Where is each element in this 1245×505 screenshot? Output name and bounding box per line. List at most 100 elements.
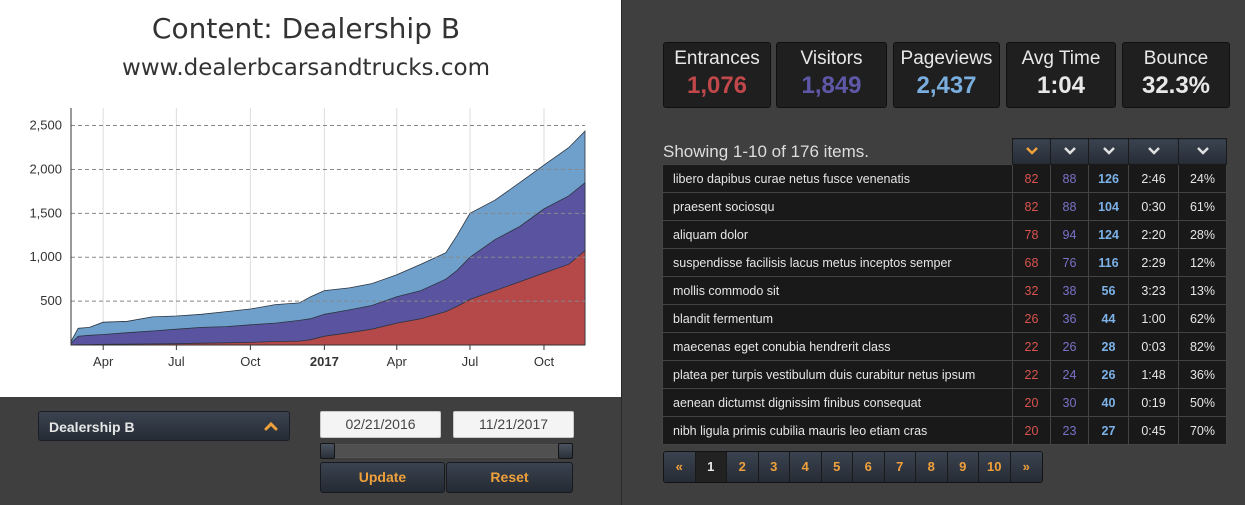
table-row[interactable]: platea per turpis vestibulum duis curabi… (662, 360, 1227, 389)
row-pageviews: 44 (1088, 304, 1129, 333)
row-title[interactable]: aenean dictumst dignissim finibus conseq… (662, 388, 1013, 417)
table-row[interactable]: mollis commodo sit 32 38 56 3:23 13% (662, 276, 1227, 305)
row-avg-time: 0:03 (1128, 332, 1179, 361)
sort-visitors-button[interactable] (1050, 138, 1089, 165)
stat-card-bounce: Bounce 32.3% (1122, 42, 1230, 108)
row-pageviews: 124 (1088, 220, 1129, 249)
row-entrances: 22 (1012, 360, 1051, 389)
row-title[interactable]: suspendisse facilisis lacus metus incept… (662, 248, 1013, 277)
page-button-2[interactable]: 2 (727, 452, 759, 482)
slider-handle-end[interactable] (558, 443, 573, 459)
start-date-input[interactable]: 02/21/2016 (320, 411, 441, 438)
table-row[interactable]: blandit fermentum 26 36 44 1:00 62% (662, 304, 1227, 333)
table-row[interactable]: praesent sociosqu 82 88 104 0:30 61% (662, 192, 1227, 221)
row-visitors: 23 (1050, 416, 1089, 445)
row-avg-time: 0:19 (1128, 388, 1179, 417)
page-button-8[interactable]: 8 (916, 452, 948, 482)
page-button-3[interactable]: 3 (758, 452, 790, 482)
pagination: « 1 2 3 4 5 6 7 8 9 10 » (663, 451, 1043, 483)
chevron-down-icon (1147, 146, 1160, 155)
stat-card-avg-time: Avg Time 1:04 (1006, 42, 1116, 108)
page-button-9[interactable]: 9 (947, 452, 979, 482)
row-entrances: 20 (1012, 416, 1051, 445)
row-pageviews: 28 (1088, 332, 1129, 361)
reset-button[interactable]: Reset (446, 462, 573, 493)
row-avg-time: 2:29 (1128, 248, 1179, 277)
row-pageviews: 27 (1088, 416, 1129, 445)
x-tick-label: Jul (168, 354, 185, 369)
table-row[interactable]: libero dapibus curae netus fusce venenat… (662, 164, 1227, 193)
row-title[interactable]: platea per turpis vestibulum duis curabi… (662, 360, 1013, 389)
sort-entrances-button[interactable] (1012, 138, 1051, 165)
chevron-down-icon (1063, 146, 1076, 155)
row-title[interactable]: libero dapibus curae netus fusce venenat… (662, 164, 1013, 193)
page-button-6[interactable]: 6 (853, 452, 885, 482)
stat-value: 2,437 (916, 72, 977, 99)
chevron-down-icon (1102, 146, 1115, 155)
table-row[interactable]: suspendisse facilisis lacus metus incept… (662, 248, 1227, 277)
row-pageviews: 104 (1088, 192, 1129, 221)
row-pageviews: 116 (1088, 248, 1129, 277)
row-avg-time: 0:30 (1128, 192, 1179, 221)
stat-label: Visitors (800, 48, 863, 69)
slider-handle-start[interactable] (320, 443, 335, 459)
panel-divider (621, 0, 622, 505)
table-row[interactable]: nibh ligula primis cubilia mauris leo et… (662, 416, 1227, 445)
page-button-7[interactable]: 7 (884, 452, 916, 482)
stat-card-visitors: Visitors 1,849 (776, 42, 887, 108)
row-title[interactable]: mollis commodo sit (662, 276, 1013, 305)
left-panel: Content: Dealership B www.dealerbcarsand… (0, 0, 621, 505)
row-visitors: 38 (1050, 276, 1089, 305)
next-page-button[interactable]: » (1010, 452, 1042, 482)
stat-value: 1,849 (801, 72, 862, 99)
sort-bounce-button[interactable] (1178, 138, 1227, 165)
row-avg-time: 2:20 (1128, 220, 1179, 249)
row-visitors: 36 (1050, 304, 1089, 333)
end-date-input[interactable]: 11/21/2017 (453, 411, 574, 438)
row-entrances: 78 (1012, 220, 1051, 249)
sort-time-button[interactable] (1128, 138, 1179, 165)
table-row[interactable]: maecenas eget conubia hendrerit class 22… (662, 332, 1227, 361)
update-button[interactable]: Update (320, 462, 445, 493)
row-bounce: 12% (1178, 248, 1227, 277)
row-bounce: 82% (1178, 332, 1227, 361)
x-tick-label: 2017 (310, 354, 339, 369)
x-tick-label: Oct (534, 354, 555, 369)
row-pageviews: 126 (1088, 164, 1129, 193)
row-title[interactable]: blandit fermentum (662, 304, 1013, 333)
dealer-select[interactable]: Dealership B (38, 411, 290, 441)
page-button-5[interactable]: 5 (821, 452, 853, 482)
row-title[interactable]: aliquam dolor (662, 220, 1013, 249)
page-button-1[interactable]: 1 (695, 452, 727, 482)
row-entrances: 26 (1012, 304, 1051, 333)
stat-card-entrances: Entrances 1,076 (663, 42, 771, 108)
row-avg-time: 2:46 (1128, 164, 1179, 193)
prev-page-button[interactable]: « (664, 452, 696, 482)
sort-pageviews-button[interactable] (1088, 138, 1129, 165)
date-range-slider[interactable] (320, 443, 573, 459)
page-button-10[interactable]: 10 (979, 452, 1011, 482)
page-button-4[interactable]: 4 (790, 452, 822, 482)
row-title[interactable]: maecenas eget conubia hendrerit class (662, 332, 1013, 361)
chevron-down-icon (1025, 146, 1038, 155)
row-visitors: 24 (1050, 360, 1089, 389)
row-bounce: 13% (1178, 276, 1227, 305)
stat-value: 1:04 (1036, 72, 1086, 99)
row-title[interactable]: praesent sociosqu (662, 192, 1013, 221)
chart-card: Content: Dealership B www.dealerbcarsand… (0, 0, 621, 397)
row-bounce: 24% (1178, 164, 1227, 193)
area-chart: 500 1,000 1,500 2,000 2,500 Apr Jul Oct 2017 Apr J… (29, 108, 586, 369)
stat-label: Avg Time (1021, 48, 1101, 69)
row-entrances: 32 (1012, 276, 1051, 305)
row-visitors: 88 (1050, 164, 1089, 193)
row-avg-time: 3:23 (1128, 276, 1179, 305)
row-title[interactable]: nibh ligula primis cubilia mauris leo et… (662, 416, 1013, 445)
row-avg-time: 1:00 (1128, 304, 1179, 333)
table-row[interactable]: aenean dictumst dignissim finibus conseq… (662, 388, 1227, 417)
y-tick-label: 1,500 (29, 205, 62, 220)
chevron-up-icon (264, 421, 278, 431)
row-avg-time: 1:48 (1128, 360, 1179, 389)
row-entrances: 68 (1012, 248, 1051, 277)
chart-subtitle: www.dealerbcarsandtrucks.com (122, 55, 490, 81)
table-row[interactable]: aliquam dolor 78 94 124 2:20 28% (662, 220, 1227, 249)
